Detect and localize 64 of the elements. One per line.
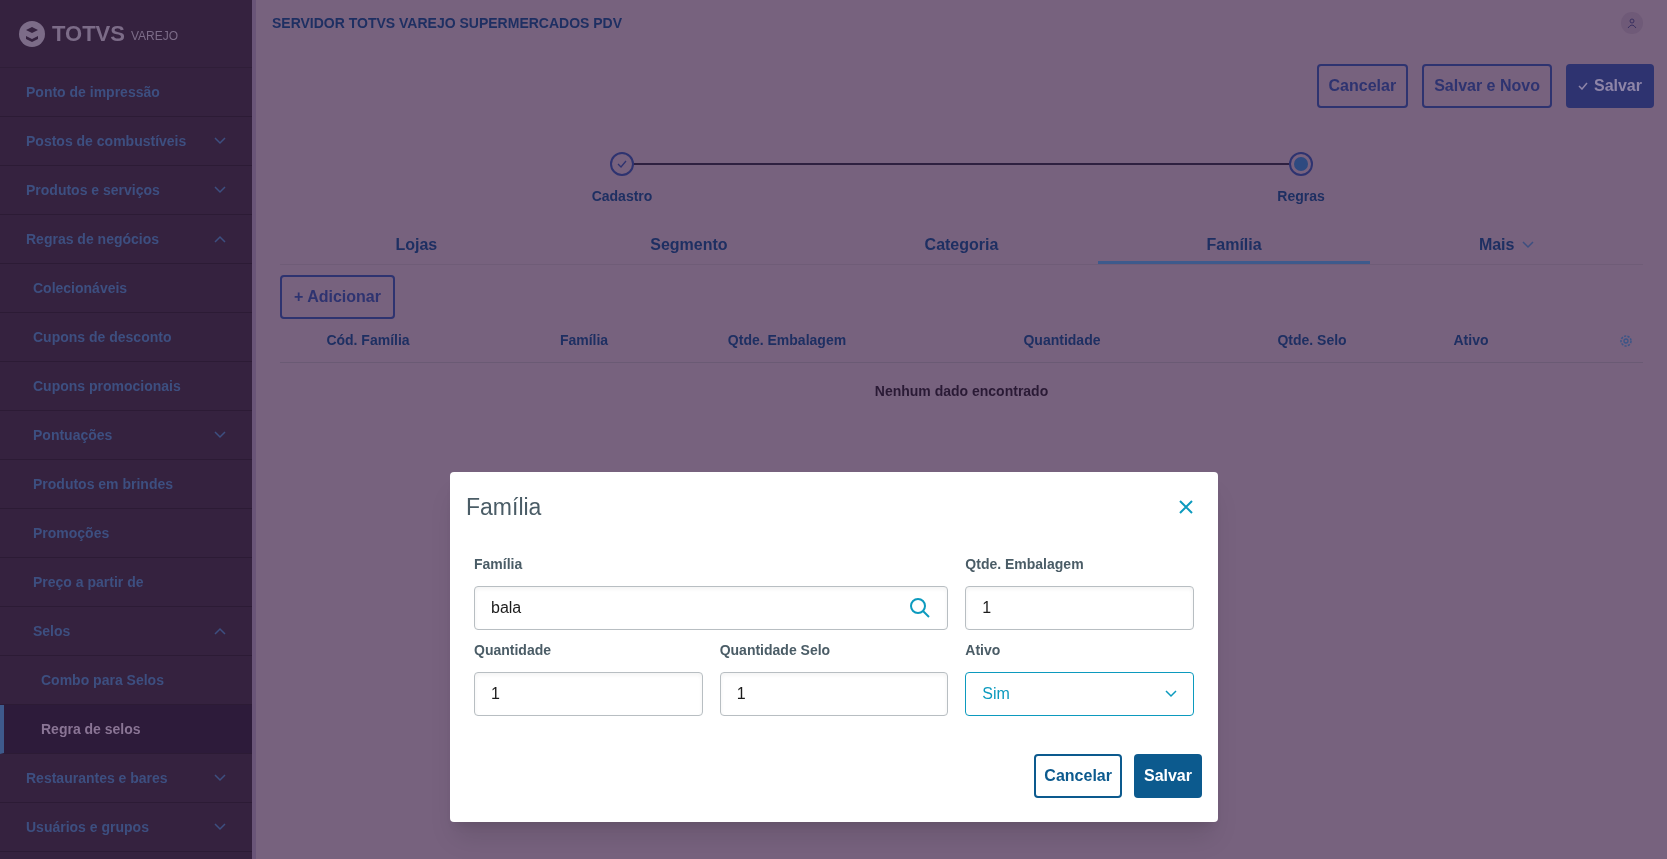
sidebar-item[interactable]: Cupons de desconto (0, 313, 252, 362)
check-icon (1577, 82, 1588, 90)
add-button[interactable]: + Adicionar (280, 275, 395, 319)
field-label: Qtde. Embalagem (965, 555, 1085, 574)
search-field[interactable]: bala (474, 586, 949, 630)
tab[interactable]: Mais (1370, 228, 1643, 264)
chevron-down-icon (214, 186, 226, 194)
sidebar-item[interactable]: Produtos e serviços (0, 166, 252, 215)
tab[interactable]: Segmento (552, 228, 826, 264)
sidebar-item[interactable]: Regra de selos (0, 705, 252, 754)
sidebar-item[interactable]: Postos de combustíveis (0, 117, 252, 166)
sidebar-item[interactable]: Regras de negócios (0, 215, 252, 264)
server-title: SERVIDOR TOTVS VAREJO SUPERMERCADOS PDV (272, 13, 623, 33)
chevron-down-icon (1165, 690, 1177, 698)
sidebar-item[interactable]: Promoções (0, 509, 252, 558)
column-header: Família (558, 331, 610, 350)
sidebar-item[interactable]: Usuários e grupos (0, 803, 252, 852)
close-icon (1178, 499, 1194, 515)
step-label: Regras (1277, 187, 1325, 206)
input-field[interactable]: 1 (719, 672, 949, 716)
tab[interactable]: Lojas (280, 228, 553, 264)
column-header: Quantidade (1022, 331, 1102, 350)
user-icon (1627, 18, 1637, 28)
save-button[interactable]: Salvar (1565, 64, 1654, 108)
sidebar-item[interactable]: Selos (0, 607, 252, 656)
action-button[interactable]: Salvar e Novo (1422, 64, 1552, 108)
dialog-title: Família (466, 492, 542, 522)
field-label: Quantidade (474, 641, 552, 660)
chevron-up-icon (214, 627, 226, 635)
column-header: Qtde. Selo (1276, 331, 1348, 350)
chevron-down-icon (214, 774, 226, 782)
search-icon[interactable] (909, 597, 932, 619)
input-field[interactable]: 1 (965, 586, 1194, 630)
input-field[interactable]: 1 (474, 672, 703, 716)
field-label: Ativo (965, 641, 1002, 660)
chevron-down-icon (214, 137, 226, 145)
sidebar-item[interactable]: Pontuações (0, 411, 252, 460)
step-label: Cadastro (591, 187, 653, 206)
tab[interactable]: Categoria (825, 228, 1098, 264)
column-header: Ativo (1452, 331, 1490, 350)
chevron-down-icon (214, 823, 226, 831)
sidebar-item[interactable]: Ponto de impressão (0, 68, 252, 117)
user-avatar[interactable] (1621, 12, 1643, 34)
sidebar-item[interactable]: Preço a partir de (0, 558, 252, 607)
logo-subtext: VAREJO (130, 27, 179, 45)
save-button[interactable]: Salvar (1133, 754, 1202, 798)
action-button[interactable]: Cancelar (1316, 64, 1409, 108)
chevron-up-icon (214, 235, 226, 243)
logo-text: TOTVS (52, 20, 125, 48)
sidebar-item[interactable]: Produtos em brindes (0, 460, 252, 509)
column-header: Cód. Família (325, 331, 411, 350)
cancel-button[interactable]: Cancelar (1034, 754, 1122, 798)
chevron-down-icon (1522, 240, 1535, 249)
sidebar-item[interactable]: Restaurantes e bares (0, 754, 252, 803)
check-icon (617, 160, 627, 168)
chevron-down-icon (214, 431, 226, 439)
sidebar-item[interactable]: Colecionáveis (0, 264, 252, 313)
select-field[interactable]: Sim (965, 672, 1194, 716)
empty-message: Nenhum dado encontrado (874, 382, 1049, 401)
logo-icon (18, 19, 46, 48)
sidebar-item[interactable]: Cupons promocionais (0, 362, 252, 411)
field-label: Quantidade Selo (719, 641, 832, 660)
column-header: Qtde. Embalagem (726, 331, 848, 350)
field-label: Família (474, 555, 524, 574)
